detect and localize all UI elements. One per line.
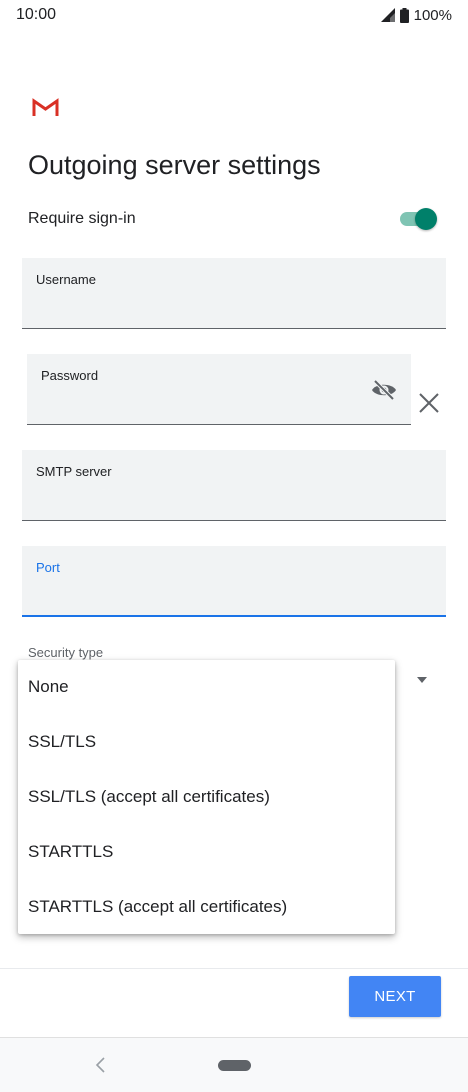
security-option-starttls-accept-all[interactable]: STARTTLS (accept all certificates)	[18, 879, 395, 934]
port-field[interactable]: Port	[22, 546, 446, 617]
divider	[0, 968, 468, 969]
password-field[interactable]: Password	[27, 354, 411, 425]
security-type-menu: None SSL/TLS SSL/TLS (accept all certifi…	[18, 660, 395, 934]
back-icon[interactable]	[94, 1056, 106, 1074]
toggle-thumb	[415, 208, 437, 230]
status-bar: 10:00 100%	[0, 0, 468, 30]
username-label: Username	[36, 272, 96, 287]
port-input[interactable]	[36, 587, 380, 607]
smtp-server-field[interactable]: SMTP server	[22, 450, 446, 521]
security-option-ssl-tls-accept-all[interactable]: SSL/TLS (accept all certificates)	[18, 770, 395, 825]
security-option-none[interactable]: None	[18, 660, 395, 715]
battery-icon	[399, 7, 409, 23]
username-field[interactable]: Username	[22, 258, 446, 329]
gmail-logo	[32, 98, 59, 116]
smtp-server-input[interactable]	[36, 492, 380, 512]
security-type-label: Security type	[28, 645, 104, 660]
port-label: Port	[36, 560, 60, 575]
status-time: 10:00	[16, 6, 57, 23]
battery-percent: 100%	[413, 6, 452, 24]
clear-password-icon[interactable]	[418, 392, 440, 414]
security-option-starttls[interactable]: STARTTLS	[18, 824, 395, 879]
screen: 10:00 100% Outgoing server settings Requ…	[0, 0, 468, 1092]
status-icons: 100%	[380, 6, 452, 24]
visibility-off-icon[interactable]	[371, 380, 397, 400]
password-input[interactable]	[41, 396, 353, 416]
username-input[interactable]	[36, 300, 380, 320]
require-signin-toggle[interactable]	[400, 207, 438, 231]
security-option-ssl-tls[interactable]: SSL/TLS	[18, 715, 395, 770]
page-title: Outgoing server settings	[28, 150, 321, 180]
home-pill[interactable]	[218, 1060, 251, 1071]
next-button[interactable]: NEXT	[349, 976, 441, 1017]
password-label: Password	[41, 368, 99, 383]
require-signin-label: Require sign-in	[28, 210, 136, 227]
signal-icon	[380, 8, 395, 22]
chevron-down-icon[interactable]	[417, 677, 427, 683]
smtp-server-label: SMTP server	[36, 464, 112, 479]
navigation-bar	[0, 1037, 468, 1092]
